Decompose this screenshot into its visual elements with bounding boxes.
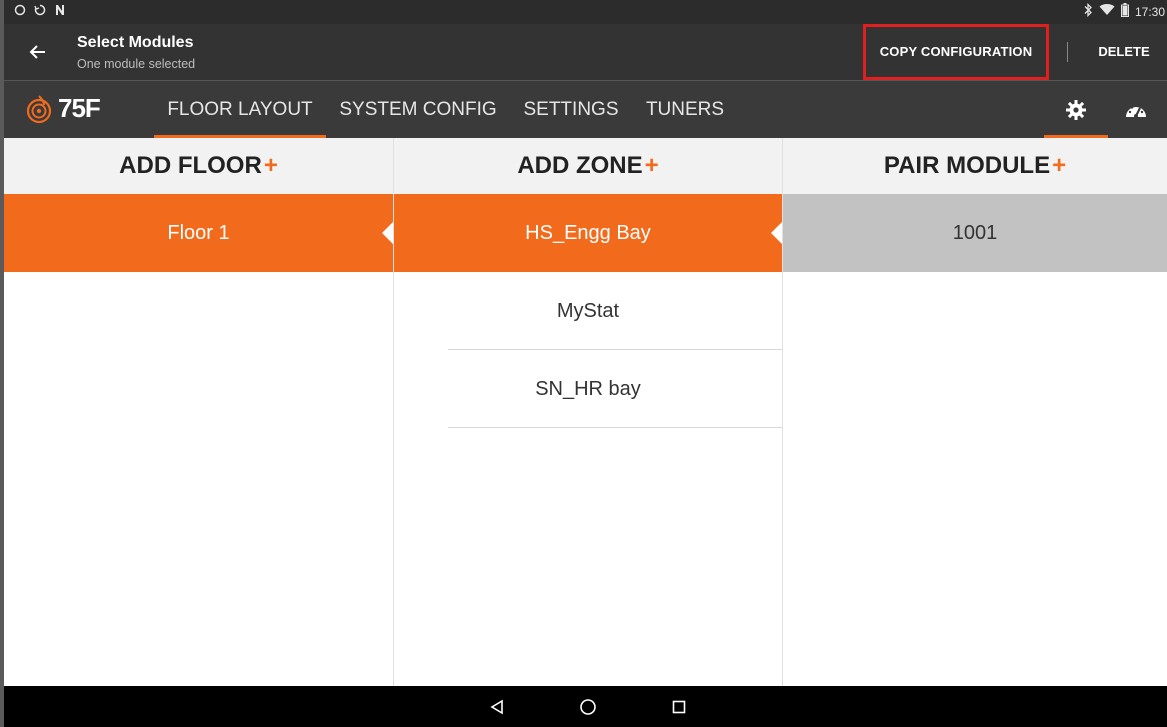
tab-bar: 75F FLOOR LAYOUT SYSTEM CONFIG SETTINGS … <box>4 81 1167 138</box>
nav-home-icon[interactable] <box>575 694 601 720</box>
tab-system-config[interactable]: SYSTEM CONFIG <box>337 81 499 138</box>
zone-name: SN_HR bay <box>535 378 641 400</box>
bluetooth-icon <box>1083 2 1093 20</box>
selection-caret-icon <box>382 222 393 244</box>
action-bar-subtitle: One module selected <box>77 57 196 71</box>
status-right: 17:30 <box>1083 2 1165 20</box>
tab-tuners[interactable]: TUNERS <box>642 81 728 138</box>
app-frame: 17:30 Select Modules One module selected… <box>4 0 1167 727</box>
add-floor-label: ADD FLOOR <box>119 152 262 179</box>
floors-column: ADD FLOOR+ Floor 1 <box>4 138 394 686</box>
add-zone-label: ADD ZONE <box>517 152 643 179</box>
pair-module-button[interactable]: PAIR MODULE+ <box>783 138 1167 194</box>
floor-name: Floor 1 <box>167 222 230 244</box>
zone-list-item[interactable]: SN_HR bay <box>394 350 782 428</box>
sync-icon <box>34 3 46 21</box>
action-divider <box>1067 42 1068 62</box>
system-nav-bar <box>4 686 1167 727</box>
pair-module-plus-icon: + <box>1052 152 1067 179</box>
brand-logo: 75F <box>24 93 101 124</box>
status-time: 17:30 <box>1134 4 1165 19</box>
circle-outline-icon <box>14 3 26 21</box>
action-bar: Select Modules One module selected COPY … <box>4 24 1167 81</box>
battery-icon <box>1120 3 1129 20</box>
delete-button[interactable]: DELETE <box>1090 24 1158 80</box>
status-bar: 17:30 <box>4 0 1167 24</box>
pair-module-label: PAIR MODULE <box>883 152 1051 179</box>
add-floor-plus-icon: + <box>263 152 278 179</box>
selection-caret-icon <box>771 222 782 244</box>
nav-recents-icon[interactable] <box>666 694 692 720</box>
add-zone-button[interactable]: ADD ZONE+ <box>394 138 782 194</box>
logo-text: 75F <box>58 93 101 123</box>
add-floor-button[interactable]: ADD FLOOR+ <box>4 138 393 194</box>
action-bar-title: Select Modules <box>77 34 194 51</box>
back-arrow-icon[interactable] <box>24 38 52 66</box>
tab-settings[interactable]: SETTINGS <box>519 81 623 138</box>
zones-column: ADD ZONE+ HS_Engg Bay MyStat SN_HR bay <box>394 138 783 686</box>
wifi-icon <box>1099 4 1115 19</box>
modules-column: PAIR MODULE+ 1001 <box>783 138 1167 686</box>
module-id: 1001 <box>952 222 998 244</box>
copy-configuration-button[interactable]: COPY CONFIGURATION <box>866 27 1046 77</box>
copy-configuration-highlight: COPY CONFIGURATION <box>863 24 1049 80</box>
floor-list-item[interactable]: Floor 1 <box>4 194 393 272</box>
n-badge-icon <box>54 3 66 21</box>
dashboard-gauge-icon[interactable] <box>1108 81 1164 138</box>
gear-icon[interactable] <box>1044 81 1108 138</box>
zone-list-item[interactable]: MyStat <box>394 272 782 350</box>
zone-name: MyStat <box>556 300 620 322</box>
nav-back-icon[interactable] <box>484 694 510 720</box>
logo-mark-icon <box>26 94 52 123</box>
add-zone-plus-icon: + <box>644 152 659 179</box>
zone-name: HS_Engg Bay <box>525 222 651 244</box>
status-left-icons <box>14 3 66 21</box>
tab-floor-layout[interactable]: FLOOR LAYOUT <box>154 81 326 138</box>
zone-list-item[interactable]: HS_Engg Bay <box>394 194 782 272</box>
module-list-item[interactable]: 1001 <box>783 194 1167 272</box>
